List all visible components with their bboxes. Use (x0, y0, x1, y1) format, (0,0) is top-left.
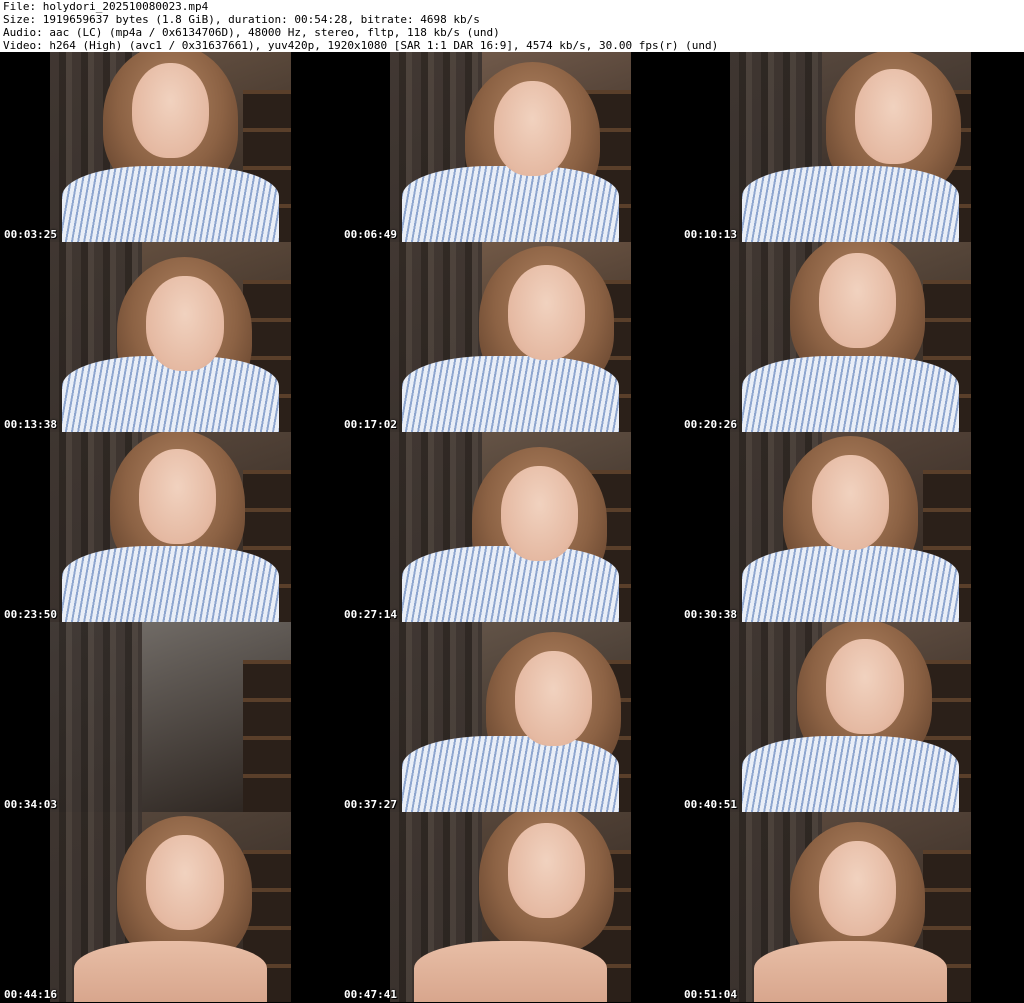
video-frame (390, 242, 631, 432)
thumbnail-3: 00:10:13 (680, 52, 1020, 242)
video-frame (730, 52, 971, 242)
timestamp-label: 00:37:27 (344, 798, 397, 811)
video-frame (50, 432, 291, 622)
thumbnail-4: 00:13:38 (0, 242, 340, 432)
thumbnail-13: 00:44:16 (0, 812, 340, 1002)
timestamp-label: 00:44:16 (4, 988, 57, 1001)
timestamp-label: 00:17:02 (344, 418, 397, 431)
timestamp-label: 00:20:26 (684, 418, 737, 431)
thumbnail-grid: 00:03:25 00:06:49 00:10:13 00:13:38 00:17:02… (0, 52, 1024, 1003)
video-frame (50, 622, 291, 812)
video-frame (390, 52, 631, 242)
thumbnail-7: 00:23:50 (0, 432, 340, 622)
thumbnail-8: 00:27:14 (340, 432, 680, 622)
video-frame (730, 622, 971, 812)
timestamp-label: 00:13:38 (4, 418, 57, 431)
thumbnail-12: 00:40:51 (680, 622, 1020, 812)
thumbnail-10: 00:34:03 (0, 622, 340, 812)
file-name-line: File: holydori_202510080023.mp4 (3, 0, 209, 13)
timestamp-label: 00:30:38 (684, 608, 737, 621)
size-duration-line: Size: 1919659637 bytes (1.8 GiB), durati… (3, 13, 480, 26)
video-frame (730, 242, 971, 432)
video-frame (50, 812, 291, 1002)
video-frame (730, 812, 971, 1002)
thumbnail-14: 00:47:41 (340, 812, 680, 1002)
thumbnail-1: 00:03:25 (0, 52, 340, 242)
video-frame (50, 242, 291, 432)
thumbnail-2: 00:06:49 (340, 52, 680, 242)
video-frame (390, 622, 631, 812)
video-info-line: Video: h264 (High) (avc1 / 0x31637661), … (3, 39, 719, 52)
timestamp-label: 00:34:03 (4, 798, 57, 811)
thumbnail-11: 00:37:27 (340, 622, 680, 812)
thumbnail-6: 00:20:26 (680, 242, 1020, 432)
video-frame (730, 432, 971, 622)
timestamp-label: 00:27:14 (344, 608, 397, 621)
thumbnail-9: 00:30:38 (680, 432, 1020, 622)
timestamp-label: 00:47:41 (344, 988, 397, 1001)
timestamp-label: 00:10:13 (684, 228, 737, 241)
timestamp-label: 00:51:04 (684, 988, 737, 1001)
timestamp-label: 00:03:25 (4, 228, 57, 241)
video-frame (50, 52, 291, 242)
timestamp-label: 00:23:50 (4, 608, 57, 621)
audio-info-line: Audio: aac (LC) (mp4a / 0x6134706D), 480… (3, 26, 500, 39)
metadata-header: File: holydori_202510080023.mp4 Size: 19… (0, 0, 1024, 52)
timestamp-label: 00:06:49 (344, 228, 397, 241)
thumbnail-5: 00:17:02 (340, 242, 680, 432)
video-frame (390, 812, 631, 1002)
thumbnail-15: 00:51:04 (680, 812, 1020, 1002)
video-frame (390, 432, 631, 622)
timestamp-label: 00:40:51 (684, 798, 737, 811)
